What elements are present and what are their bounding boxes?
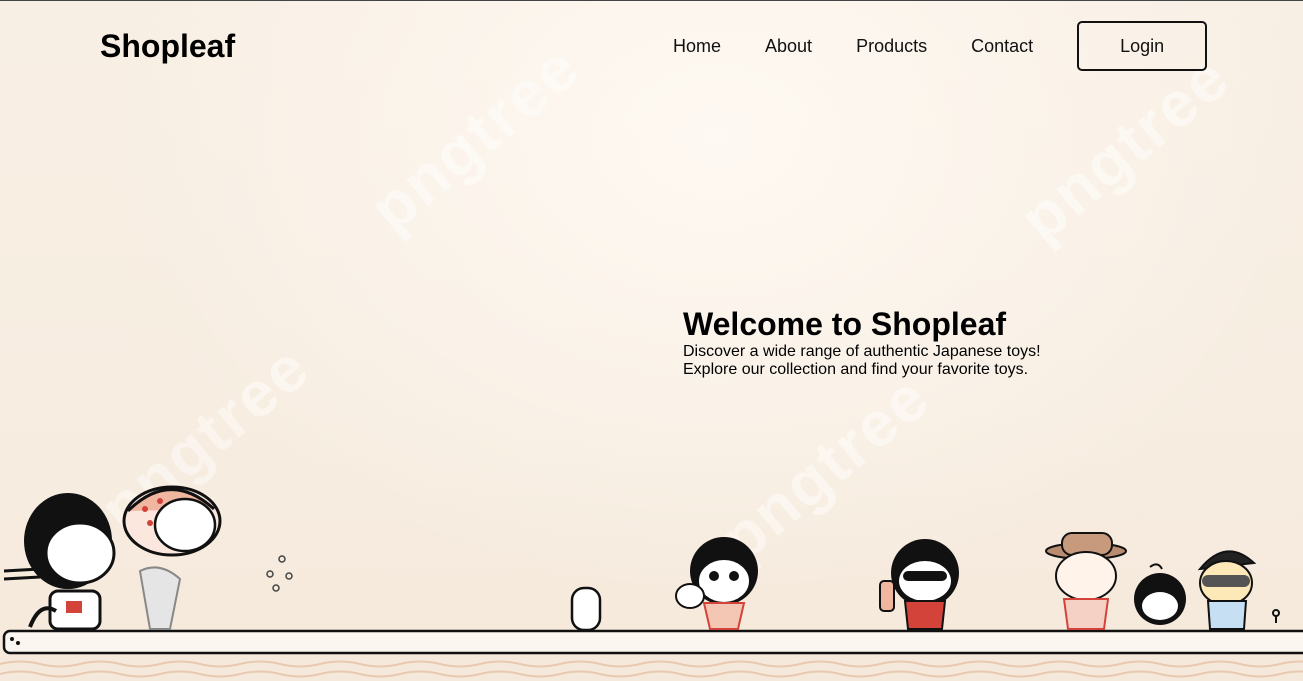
hero-description: Discover a wide range of authentic Japan… [683, 343, 1041, 378]
brand-logo[interactable]: Shopleaf [100, 28, 235, 64]
nav-link-contact[interactable]: Contact [971, 21, 1033, 71]
hero-section: Welcome to Shopleaf Discover a wide rang… [683, 305, 1103, 379]
page-background: pngtree pngtree pngtree pngtree Shopleaf… [0, 0, 1303, 681]
ground [0, 660, 1303, 678]
cartoon-toys-illustration [0, 485, 1303, 678]
toy-character-1 [3, 493, 116, 631]
platform [2, 629, 1303, 655]
main-nav: Home About Products Contact Login [673, 21, 1208, 71]
toy-character-4 [879, 539, 959, 630]
watermark: pngtree [1005, 40, 1243, 256]
toy-character-6 [1134, 563, 1186, 625]
watermark: pngtree [355, 30, 593, 246]
toy-character-2 [122, 485, 222, 630]
nav-link-about[interactable]: About [765, 21, 812, 71]
capsule [570, 586, 602, 632]
toy-character-7 [1197, 550, 1257, 630]
hero-title: Welcome to Shopleaf [683, 306, 1007, 342]
toy-character-3 [675, 537, 758, 630]
nav-link-home[interactable]: Home [673, 21, 721, 71]
nav-link-products[interactable]: Products [856, 21, 927, 71]
toy-character-5 [1045, 532, 1127, 630]
login-button[interactable]: Login [1077, 21, 1208, 71]
